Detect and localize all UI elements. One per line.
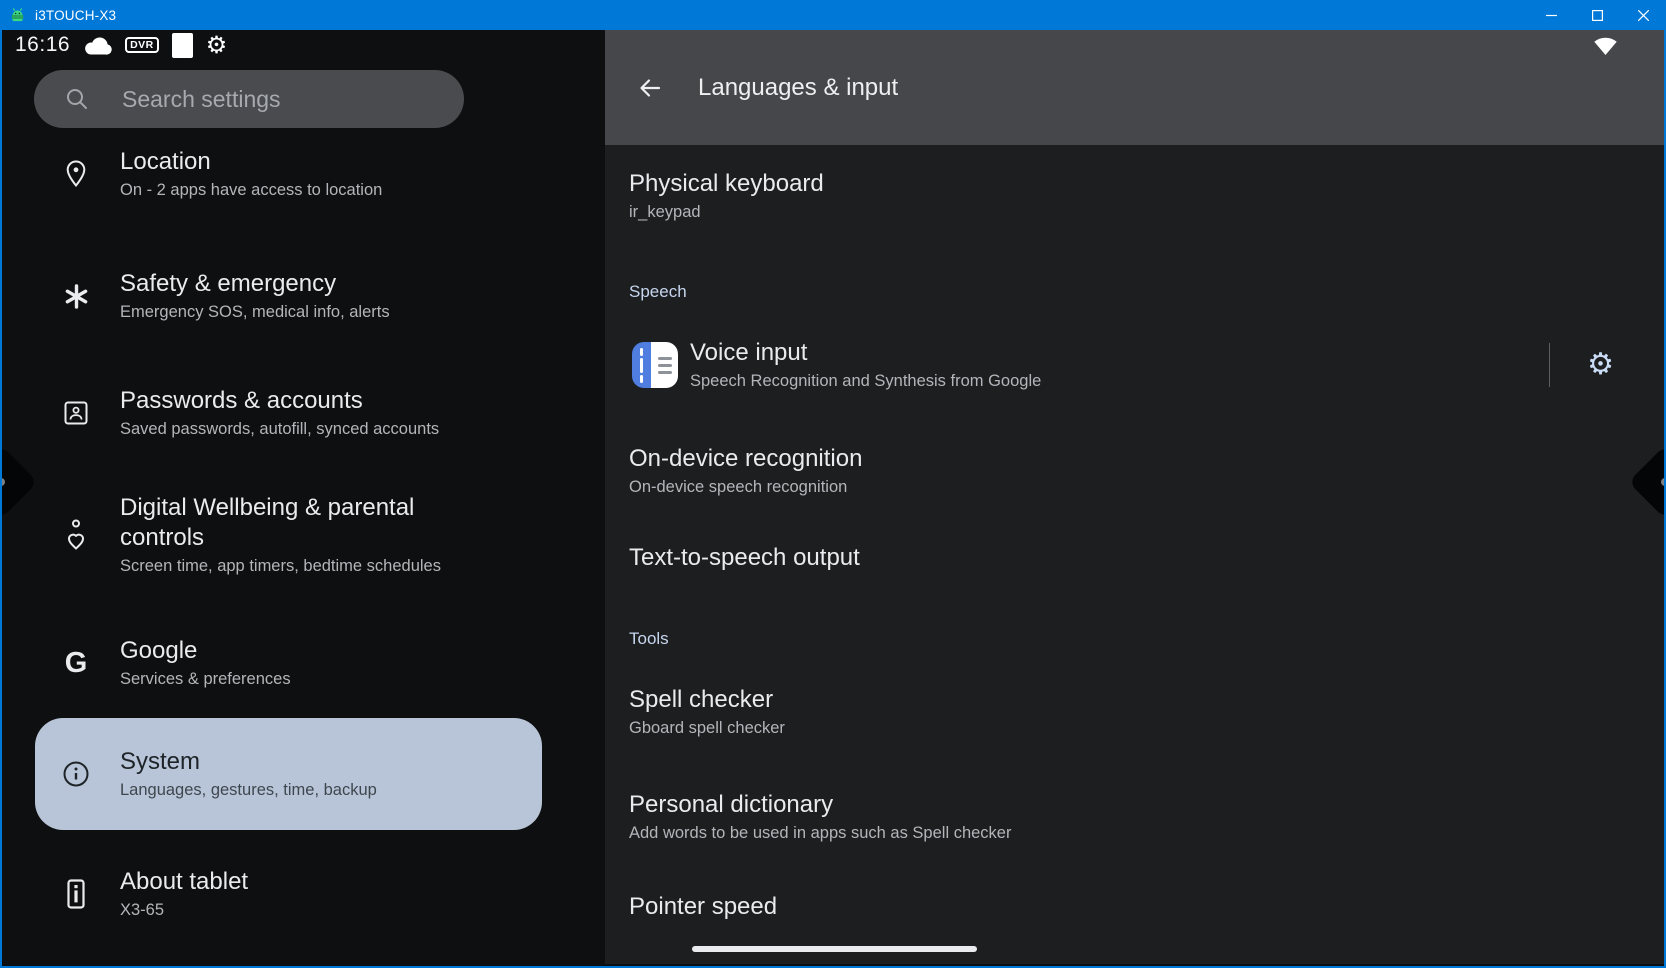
item-subtitle: Screen time, app timers, bedtime schedul… <box>120 557 441 575</box>
id-card-person-icon <box>48 399 104 427</box>
item-subtitle: On - 2 apps have access to location <box>120 181 383 199</box>
settings-sidebar: 16:16 DVR ⚙ Search settings Location On … <box>2 30 605 964</box>
dvr-icon: DVR <box>125 36 159 54</box>
close-icon[interactable] <box>1620 0 1666 30</box>
window-titlebar: i3TOUCH-X3 <box>0 0 1666 30</box>
edge-tab-dot <box>1659 476 1664 488</box>
gesture-navigation-handle[interactable] <box>692 946 977 952</box>
item-subtitle: X3-65 <box>120 901 165 919</box>
settings-app: 16:16 DVR ⚙ Search settings Location On … <box>2 30 1664 964</box>
item-label: Location <box>120 148 211 175</box>
section-speech: Speech <box>629 281 1664 303</box>
row-title: Physical keyboard <box>629 170 824 197</box>
search-placeholder: Search settings <box>122 85 281 112</box>
section-tools: Tools <box>629 628 1664 650</box>
row-title: Spell checker <box>629 686 774 713</box>
settings-nav: Location On - 2 apps have access to loca… <box>2 147 605 921</box>
search-input[interactable]: Search settings <box>34 70 464 128</box>
status-bar: 16:16 DVR ⚙ <box>2 30 605 60</box>
sidebar-item-digital-wellbeing[interactable]: Digital Wellbeing & parental controls Sc… <box>2 493 605 577</box>
row-title: Voice input <box>690 339 808 366</box>
android-gear-icon: ⚙ <box>205 31 228 59</box>
row-title: Pointer speed <box>629 893 778 920</box>
settings-gear-icon[interactable]: ⚙ <box>1587 350 1614 380</box>
wifi-icon <box>1592 35 1619 57</box>
row-spell-checker[interactable]: Spell checker Gboard spell checker <box>629 685 1664 739</box>
row-subtitle: Speech Recognition and Synthesis from Go… <box>690 372 1042 390</box>
row-subtitle: Gboard spell checker <box>629 719 785 737</box>
sidebar-item-google[interactable]: G Google Services & preferences <box>2 636 605 690</box>
google-g-icon: G <box>64 646 88 679</box>
row-subtitle: ir_keypad <box>629 203 701 221</box>
window-controls <box>1528 0 1666 30</box>
android-app-icon <box>9 7 26 24</box>
item-subtitle: Saved passwords, autofill, synced accoun… <box>120 420 440 438</box>
item-label: About tablet <box>120 868 249 895</box>
sidebar-item-safety-emergency[interactable]: Safety & emergency Emergency SOS, medica… <box>2 269 605 323</box>
voice-input-app-icon <box>632 342 678 388</box>
item-subtitle: Emergency SOS, medical info, alerts <box>120 303 390 321</box>
search-icon <box>64 86 90 112</box>
detail-body: Physical keyboard ir_keypad Speech Voice… <box>605 169 1664 922</box>
row-title: Personal dictionary <box>629 791 834 818</box>
detail-pane: Languages & input Physical keyboard ir_k… <box>605 30 1664 964</box>
sidebar-item-location[interactable]: Location On - 2 apps have access to loca… <box>2 147 605 201</box>
row-voice-input[interactable]: Voice input Speech Recognition and Synth… <box>629 337 1664 393</box>
row-subtitle: On-device speech recognition <box>629 478 848 496</box>
item-label: System <box>120 748 201 775</box>
app-window: i3TOUCH-X3 16:16 DVR ⚙ Search settings L… <box>0 0 1666 968</box>
item-label: Safety & emergency <box>120 270 337 297</box>
edge-tab-dot <box>2 476 7 488</box>
row-on-device-recognition[interactable]: On-device recognition On-device speech r… <box>629 444 1664 498</box>
row-title: Text-to-speech output <box>629 544 860 571</box>
page-title: Languages & input <box>698 73 899 101</box>
detail-header: Languages & input <box>605 30 1664 145</box>
section-label: Speech <box>629 282 687 301</box>
row-title: On-device recognition <box>629 445 863 472</box>
white-square-icon <box>171 32 193 58</box>
row-physical-keyboard[interactable]: Physical keyboard ir_keypad <box>629 169 1664 223</box>
row-text-to-speech[interactable]: Text-to-speech output <box>629 543 1664 573</box>
item-subtitle: Languages, gestures, time, backup <box>120 781 377 799</box>
back-arrow-icon[interactable] <box>630 68 670 108</box>
item-label: Google <box>120 637 198 664</box>
item-subtitle: Services & preferences <box>120 670 291 688</box>
tablet-icon <box>48 878 104 910</box>
info-circle-icon <box>48 759 104 789</box>
row-pointer-speed[interactable]: Pointer speed <box>629 892 1664 922</box>
row-personal-dictionary[interactable]: Personal dictionary Add words to be used… <box>629 790 1664 844</box>
maximize-icon[interactable] <box>1574 0 1620 30</box>
asterisk-icon <box>48 283 104 310</box>
cloud-icon <box>83 35 112 56</box>
wellbeing-heart-icon <box>48 518 104 552</box>
location-pin-icon <box>48 159 104 190</box>
sidebar-item-passwords-accounts[interactable]: Passwords & accounts Saved passwords, au… <box>2 386 605 440</box>
section-label: Tools <box>629 629 669 648</box>
sidebar-item-about-tablet[interactable]: About tablet X3-65 <box>2 867 605 921</box>
sidebar-item-system[interactable]: System Languages, gestures, time, backup <box>35 718 542 830</box>
divider <box>1549 343 1550 387</box>
minimize-icon[interactable] <box>1528 0 1574 30</box>
item-label: Digital Wellbeing & parental controls <box>120 494 415 551</box>
window-title: i3TOUCH-X3 <box>35 7 117 23</box>
item-label: Passwords & accounts <box>120 387 363 414</box>
status-time: 16:16 <box>15 33 71 56</box>
row-subtitle: Add words to be used in apps such as Spe… <box>629 824 1012 842</box>
